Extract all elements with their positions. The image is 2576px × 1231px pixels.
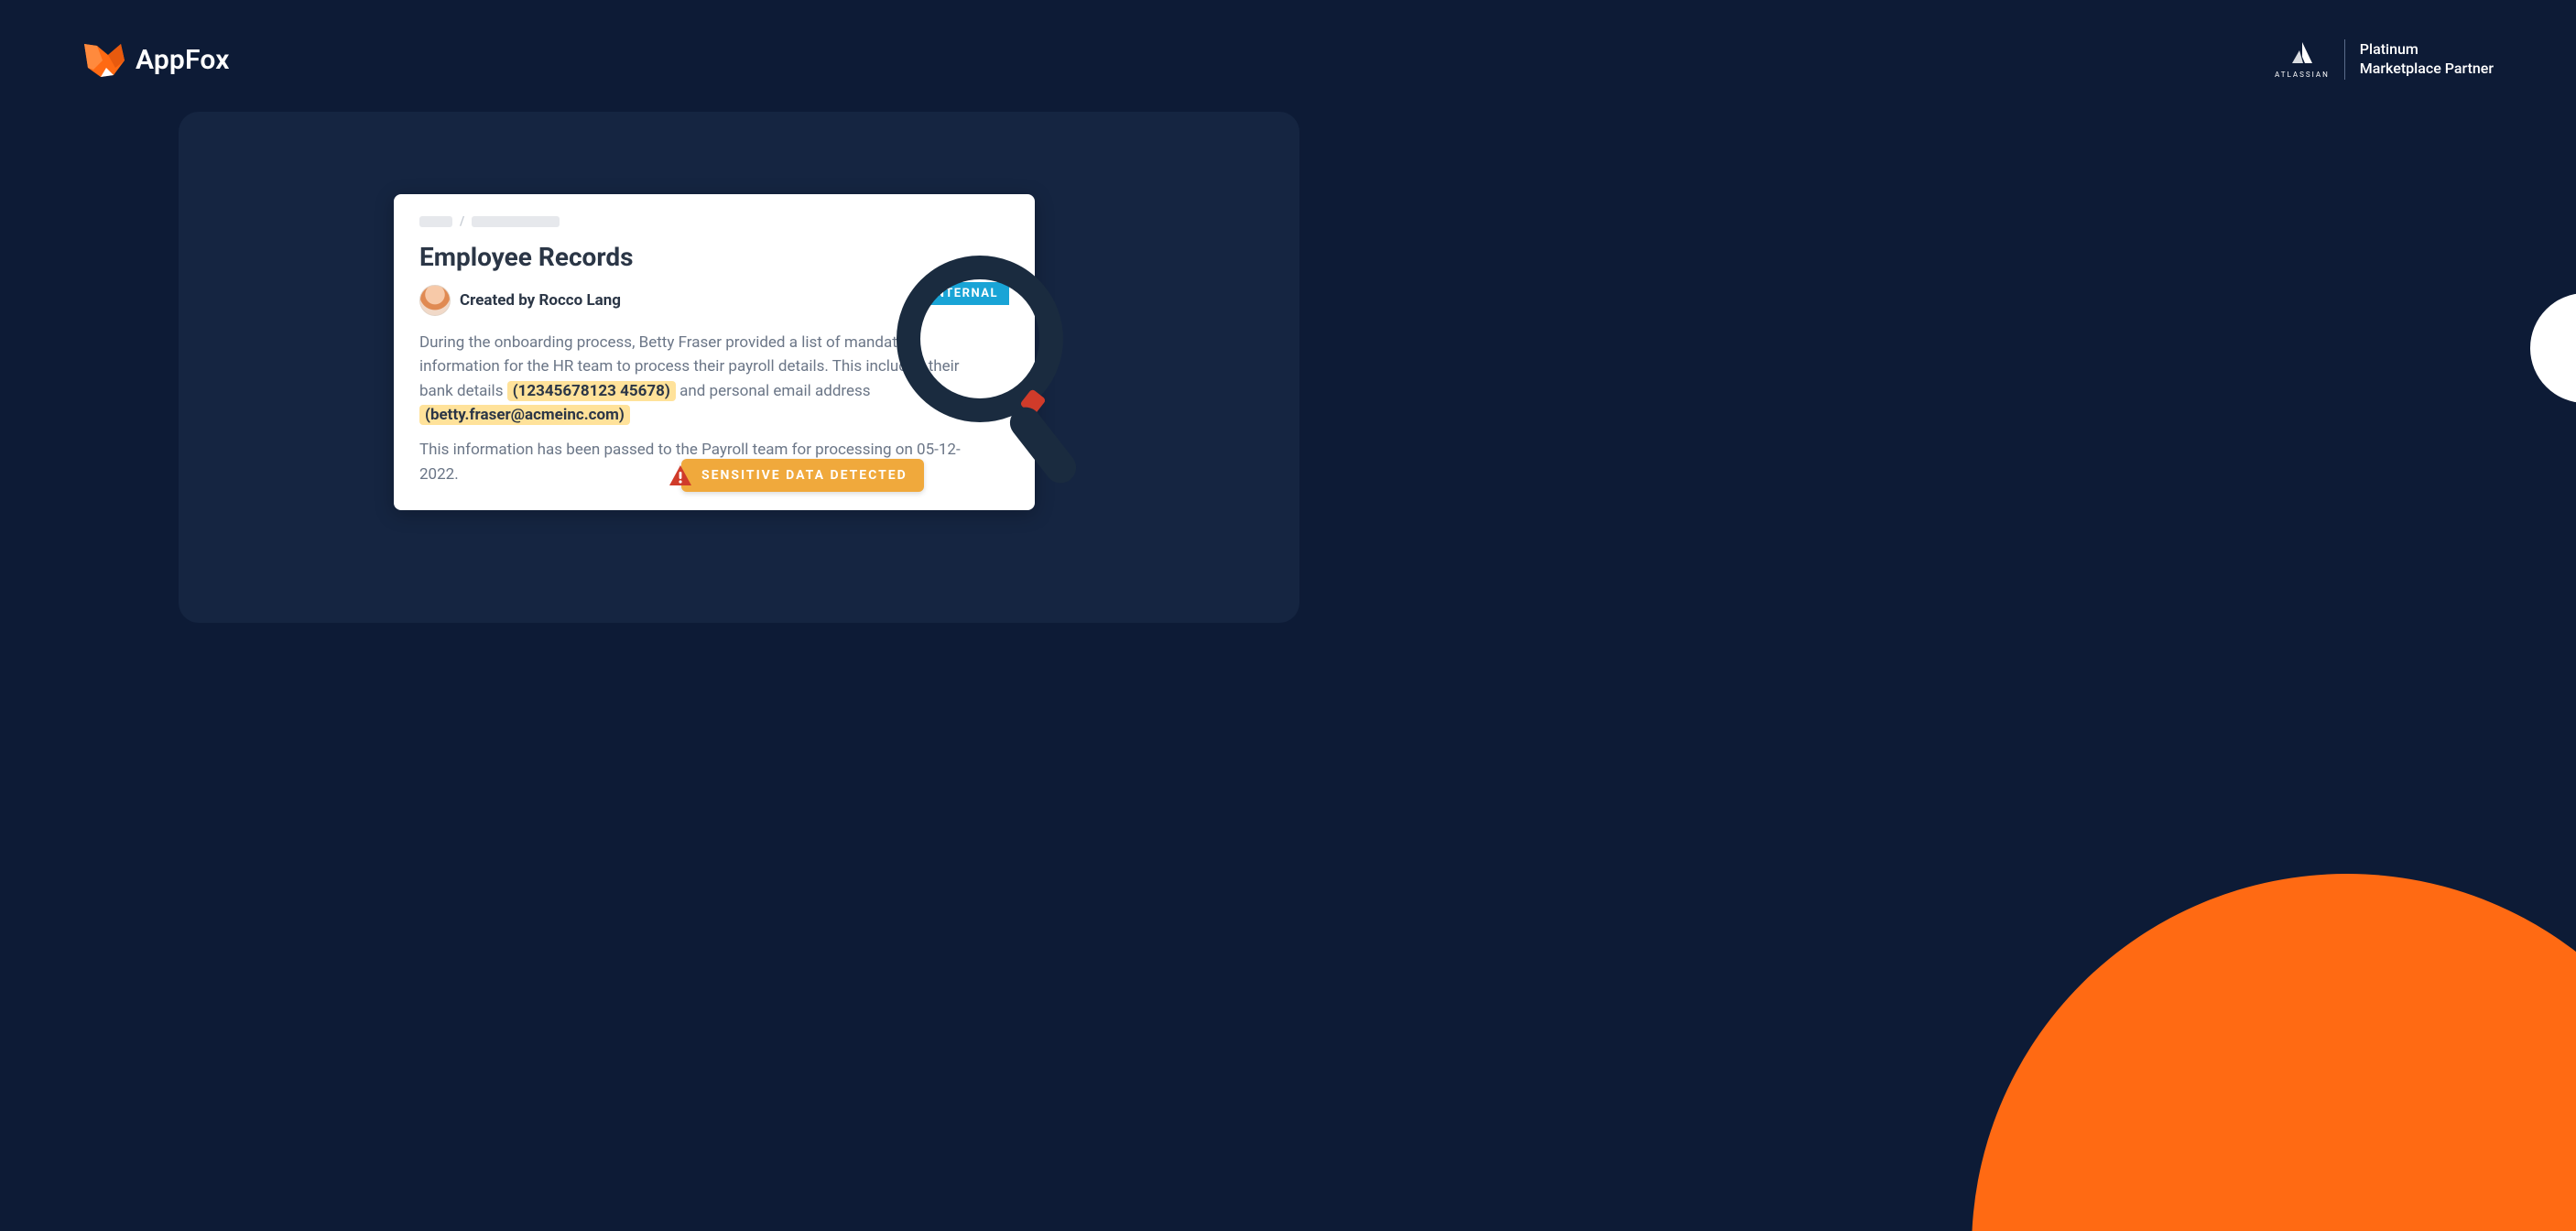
crumb-seg-1 <box>419 216 452 227</box>
highlight-bank: (12345678123 45678) <box>507 381 676 401</box>
avatar <box>419 285 451 316</box>
atlassian-label: ATLASSIAN <box>2275 71 2330 79</box>
brand-name: AppFox <box>136 44 230 76</box>
brand-left: AppFox <box>82 40 230 79</box>
document-card: / Employee Records Created by Rocco Lang… <box>394 194 1035 510</box>
status-badge: INTERNAL <box>919 282 1009 305</box>
breadcrumb: / <box>419 214 1009 229</box>
brand-right: ATLASSIAN Platinum Marketplace Partner <box>2275 39 2494 80</box>
crumb-slash: / <box>460 214 464 229</box>
atlassian-block: ATLASSIAN <box>2275 41 2330 79</box>
crumb-seg-2 <box>472 216 560 227</box>
page-title: Employee Records <box>419 242 1009 272</box>
body-text-1b: and personal email address <box>679 382 870 400</box>
partner-line1: Platinum <box>2360 40 2494 60</box>
body-paragraph-2: This information has been passed to the … <box>419 438 987 486</box>
fox-icon <box>82 40 126 79</box>
frame: / Employee Records Created by Rocco Lang… <box>179 112 1299 623</box>
partner-line2: Marketplace Partner <box>2360 60 2494 79</box>
decor-white-circle <box>2530 293 2576 403</box>
divider <box>2344 39 2345 80</box>
decor-orange-circle <box>1972 874 2576 1231</box>
atlassian-icon <box>2290 41 2314 65</box>
header: AppFox ATLASSIAN Platinum Marketplace Pa… <box>0 32 2576 87</box>
partner-title: Platinum Marketplace Partner <box>2360 40 2494 79</box>
highlight-email: (betty.fraser@acmeinc.com) <box>419 405 630 425</box>
created-by: Created by Rocco Lang <box>460 291 621 310</box>
body-paragraph-1: During the onboarding process, Betty Fra… <box>419 331 987 427</box>
